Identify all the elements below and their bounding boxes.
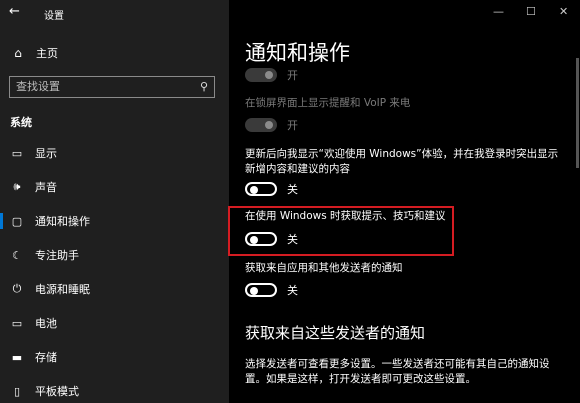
toggle-row-welcome: 关 [245,180,298,198]
sidebar-item-label: 电源和睡眠 [35,283,90,296]
battery-icon: ▭ [11,316,23,330]
sidebar-item-power[interactable]: ⏻ 电源和睡眠 [0,278,229,300]
home-label: 主页 [36,47,58,60]
toggle-state-label: 开 [287,119,298,132]
power-icon: ⏻ [12,282,22,295]
monitor-icon: ▭ [11,146,23,160]
notification-icon: ▢ [11,214,23,228]
highlight-box [228,206,454,256]
senders-desc-line1: 选择发送者可查看更多设置。一些发送者还可能有其自己的通知设 [245,358,550,370]
sidebar-item-notifications[interactable]: ▢ 通知和操作 [0,210,229,232]
storage-icon: ▬ [11,350,23,364]
toggle-state-label: 关 [287,284,298,297]
sidebar: ← 设置 ⌂ 主页 ⚲ 系统 ▭ 显示 🕪 声音 ▢ 通知和操作 ☾ 专注助手 … [0,0,229,403]
sidebar-item-display[interactable]: ▭ 显示 [0,142,229,164]
welcome-toggle[interactable] [245,182,277,196]
sidebar-item-label: 声音 [35,181,57,194]
sidebar-item-tablet-mode[interactable]: ▯ 平板模式 [0,380,229,402]
toggle-state-label: 关 [287,183,298,196]
sidebar-item-battery[interactable]: ▭ 电池 [0,312,229,334]
main-panel: — ☐ ✕ 通知和操作 开 在锁屏界面上显示提醒和 VoIP 来电 开 更新后向… [229,0,580,403]
moon-icon: ☾ [12,248,22,262]
home-icon: ⌂ [14,46,22,60]
apps-notifications-label: 获取来自应用和其他发送者的通知 [245,262,403,274]
lock-screen-toggle[interactable] [245,118,277,132]
back-arrow-icon[interactable]: ← [9,4,20,19]
page-title: 通知和操作 [245,41,350,65]
close-icon[interactable]: ✕ [559,5,568,18]
sidebar-item-label: 平板模式 [35,385,79,398]
title-bar: ← 设置 [0,0,229,26]
toggle-row-notifications: 开 [245,66,298,84]
sidebar-item-label: 显示 [35,147,57,160]
search-input[interactable] [16,80,186,93]
speaker-icon: 🕪 [13,180,21,193]
sidebar-item-label: 存储 [35,351,57,364]
senders-description: 选择发送者可查看更多设置。一些发送者还可能有其自己的通知设 置。如果是这样，打开… [245,357,570,387]
welcome-text-line2: 新增内容和建议的内容 [245,163,350,175]
sidebar-item-focus-assist[interactable]: ☾ 专注助手 [0,244,229,266]
sidebar-item-label: 电池 [35,317,57,330]
app-title: 设置 [44,11,64,22]
senders-desc-line2: 置。如果是这样，打开发送者即可更改这些设置。 [245,373,476,385]
search-box[interactable]: ⚲ [9,76,215,98]
lock-screen-setting-label: 在锁屏界面上显示提醒和 VoIP 来电 [245,97,411,109]
senders-heading: 获取来自这些发送者的通知 [245,324,426,342]
minimize-icon[interactable]: — [493,5,504,18]
tablet-icon: ▯ [13,384,21,398]
toggle-row-lock-screen: 开 [245,116,298,134]
sidebar-item-sound[interactable]: 🕪 声音 [0,176,229,198]
welcome-text-line1: 更新后向我显示“欢迎使用 Windows”体验，并在我登录时突出显示 [245,148,559,160]
toggle-state-label: 开 [287,69,298,82]
search-icon[interactable]: ⚲ [200,80,208,93]
toggle-row-apps: 关 [245,281,298,299]
sidebar-item-label: 通知和操作 [35,215,90,228]
section-heading: 系统 [10,116,32,129]
maximize-icon[interactable]: ☐ [526,5,536,18]
notifications-toggle[interactable] [245,68,277,82]
apps-notifications-toggle[interactable] [245,283,277,297]
sidebar-item-label: 专注助手 [35,249,79,262]
scrollbar[interactable] [576,58,579,168]
home-nav-item[interactable]: ⌂ 主页 [10,44,58,62]
sidebar-item-storage[interactable]: ▬ 存储 [0,346,229,368]
welcome-setting-label: 更新后向我显示“欢迎使用 Windows”体验，并在我登录时突出显示 新增内容和… [245,147,570,177]
